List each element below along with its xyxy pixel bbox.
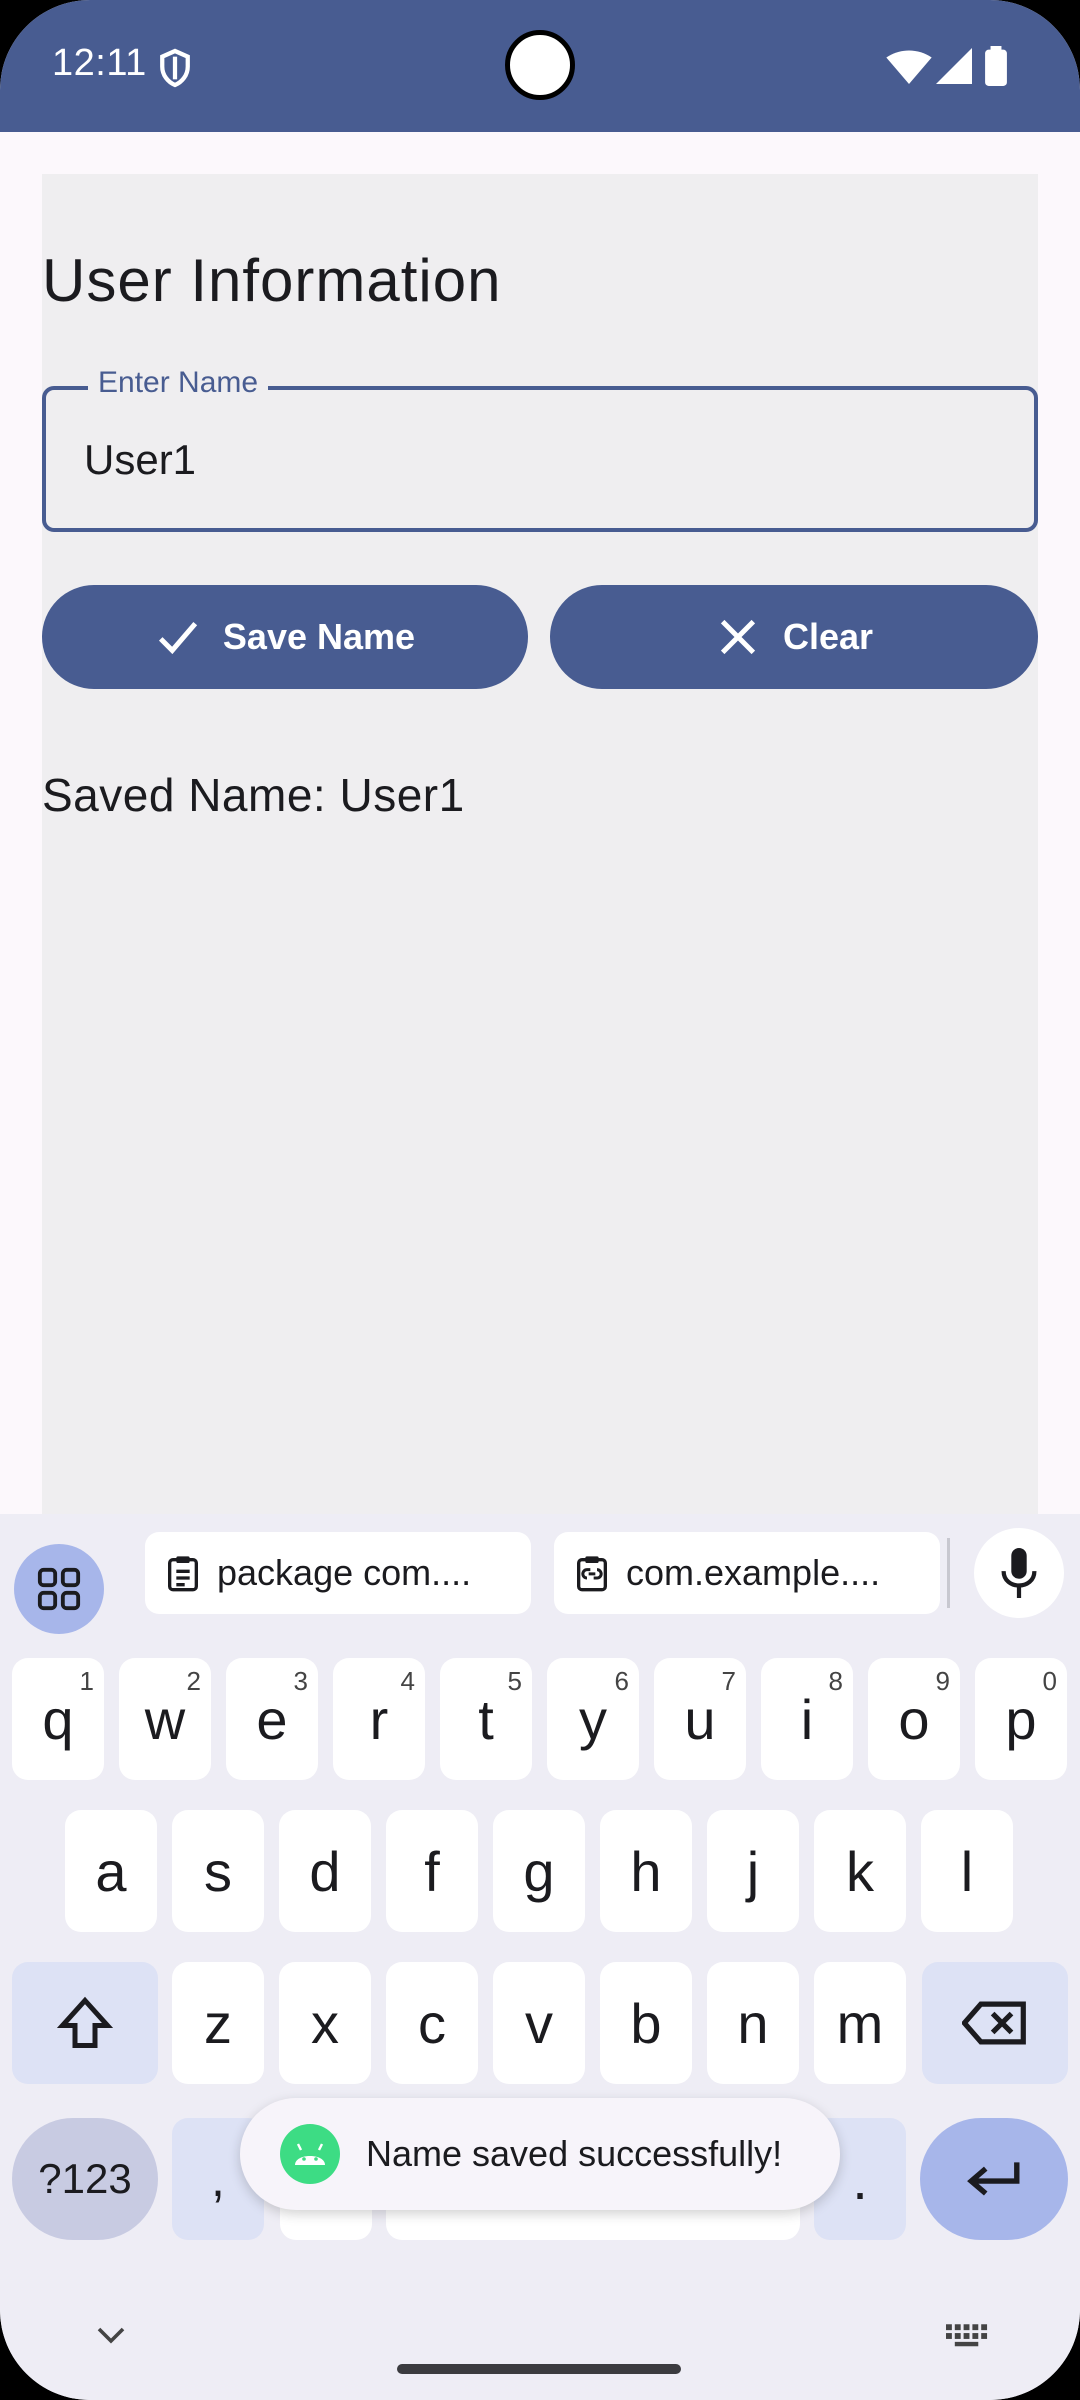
key-r[interactable]: r4 (333, 1658, 425, 1780)
key-r-hint: 4 (400, 1666, 415, 1696)
wifi-icon (886, 50, 932, 84)
android-icon (280, 2124, 340, 2184)
key-j[interactable]: j (707, 1810, 799, 1932)
key-i[interactable]: i8 (761, 1658, 853, 1780)
clipboard-chip-2[interactable]: com.example.... (554, 1532, 940, 1614)
keyboard-apps-button[interactable] (14, 1544, 104, 1634)
key-w-label: w (144, 1687, 186, 1751)
clipboard-chip-2-text: com.example.... (626, 1552, 881, 1593)
toolbar-divider (947, 1538, 950, 1608)
key-m[interactable]: m (814, 1962, 906, 2084)
grid-icon (37, 1567, 81, 1611)
android-head-icon (295, 2143, 325, 2165)
battery-icon (985, 46, 1007, 86)
enter-key[interactable] (920, 2118, 1068, 2240)
signal-icon (936, 48, 972, 84)
key-y[interactable]: y6 (547, 1658, 639, 1780)
clipboard-chip-1[interactable]: package com.... (145, 1532, 531, 1614)
shield-icon (160, 48, 190, 88)
key-u[interactable]: u7 (654, 1658, 746, 1780)
key-f[interactable]: f (386, 1810, 478, 1932)
key-c[interactable]: c (386, 1962, 478, 2084)
status-bar: 12:11 (0, 0, 1080, 132)
key-b[interactable]: b (600, 1962, 692, 2084)
key-o-label: o (898, 1687, 930, 1751)
page-title: User Information (42, 247, 502, 314)
key-y-label: y (579, 1687, 607, 1751)
key-q-hint: 1 (79, 1666, 94, 1696)
key-i-hint: 8 (828, 1666, 843, 1696)
home-indicator[interactable] (397, 2364, 681, 2374)
key-k[interactable]: k (814, 1810, 906, 1932)
key-i-label: i (800, 1687, 814, 1751)
key-s[interactable]: s (172, 1810, 264, 1932)
phone-screen: 12:11 User Information Enter Name Save N… (0, 0, 1080, 2400)
keyboard-switch-icon[interactable] (946, 2324, 990, 2348)
key-e-hint: 3 (293, 1666, 308, 1696)
key-t-label: t (478, 1687, 494, 1751)
key-o-hint: 9 (935, 1666, 950, 1696)
key-y-hint: 6 (614, 1666, 629, 1696)
key-o[interactable]: o9 (868, 1658, 960, 1780)
key-z[interactable]: z (172, 1962, 264, 2084)
clipboard-icon (168, 1556, 198, 1592)
key-r-label: r (369, 1687, 389, 1751)
key-g[interactable]: g (493, 1810, 585, 1932)
key-e[interactable]: e3 (226, 1658, 318, 1780)
key-p-hint: 0 (1042, 1666, 1057, 1696)
backspace-key[interactable] (922, 1962, 1068, 2084)
enter-icon (967, 2162, 1020, 2196)
clear-button[interactable]: Clear (550, 585, 1038, 689)
voice-input-button[interactable] (974, 1528, 1064, 1618)
key-t-hint: 5 (507, 1666, 522, 1696)
close-icon (720, 619, 756, 655)
key-q-label: q (42, 1687, 74, 1751)
soft-keyboard: package com.... com.example.... q1w2e3 r… (0, 1514, 1080, 2400)
key-u-hint: 7 (721, 1666, 736, 1696)
check-icon (158, 621, 198, 655)
key-t[interactable]: t5 (440, 1658, 532, 1780)
clear-label: Clear (782, 616, 874, 657)
shift-icon (56, 1996, 114, 2048)
key-w-hint: 2 (186, 1666, 201, 1696)
key-v[interactable]: v (493, 1962, 585, 2084)
status-time: 12:11 (52, 42, 147, 84)
key-n[interactable]: n (707, 1962, 799, 2084)
key-q[interactable]: q1 (12, 1658, 104, 1780)
key-w[interactable]: w2 (119, 1658, 211, 1780)
save-name-button[interactable]: Save Name (42, 585, 528, 689)
key-h[interactable]: h (600, 1810, 692, 1932)
backspace-icon (962, 2001, 1026, 2045)
key-p-label: p (1005, 1687, 1037, 1751)
key-d[interactable]: d (279, 1810, 371, 1932)
name-field-label: Enter Name (88, 366, 269, 400)
keyboard-toolbar: package com.... com.example.... (0, 1514, 1080, 1634)
key-a[interactable]: a (65, 1810, 157, 1932)
name-input[interactable] (84, 436, 984, 484)
camera-cutout (505, 30, 575, 100)
key-u-label: u (684, 1687, 716, 1751)
shift-key[interactable] (12, 1962, 158, 2084)
chevron-down-icon[interactable] (96, 2326, 126, 2344)
key-x[interactable]: x (279, 1962, 371, 2084)
saved-name-text: Saved Name: User1 (42, 769, 465, 821)
key-p[interactable]: p0 (975, 1658, 1067, 1780)
key-e-label: e (256, 1687, 288, 1751)
toast: Name saved successfully! (240, 2098, 840, 2210)
toast-message: Name saved successfully! (366, 2133, 783, 2174)
clipboard-link-icon (577, 1556, 607, 1592)
microphone-icon (1001, 1548, 1037, 1598)
key-l[interactable]: l (921, 1810, 1013, 1932)
name-field[interactable]: Enter Name (42, 366, 1038, 532)
clipboard-chip-1-text: package com.... (217, 1552, 472, 1593)
symbols-key[interactable]: ?123 (12, 2118, 158, 2240)
save-name-label: Save Name (222, 616, 416, 657)
